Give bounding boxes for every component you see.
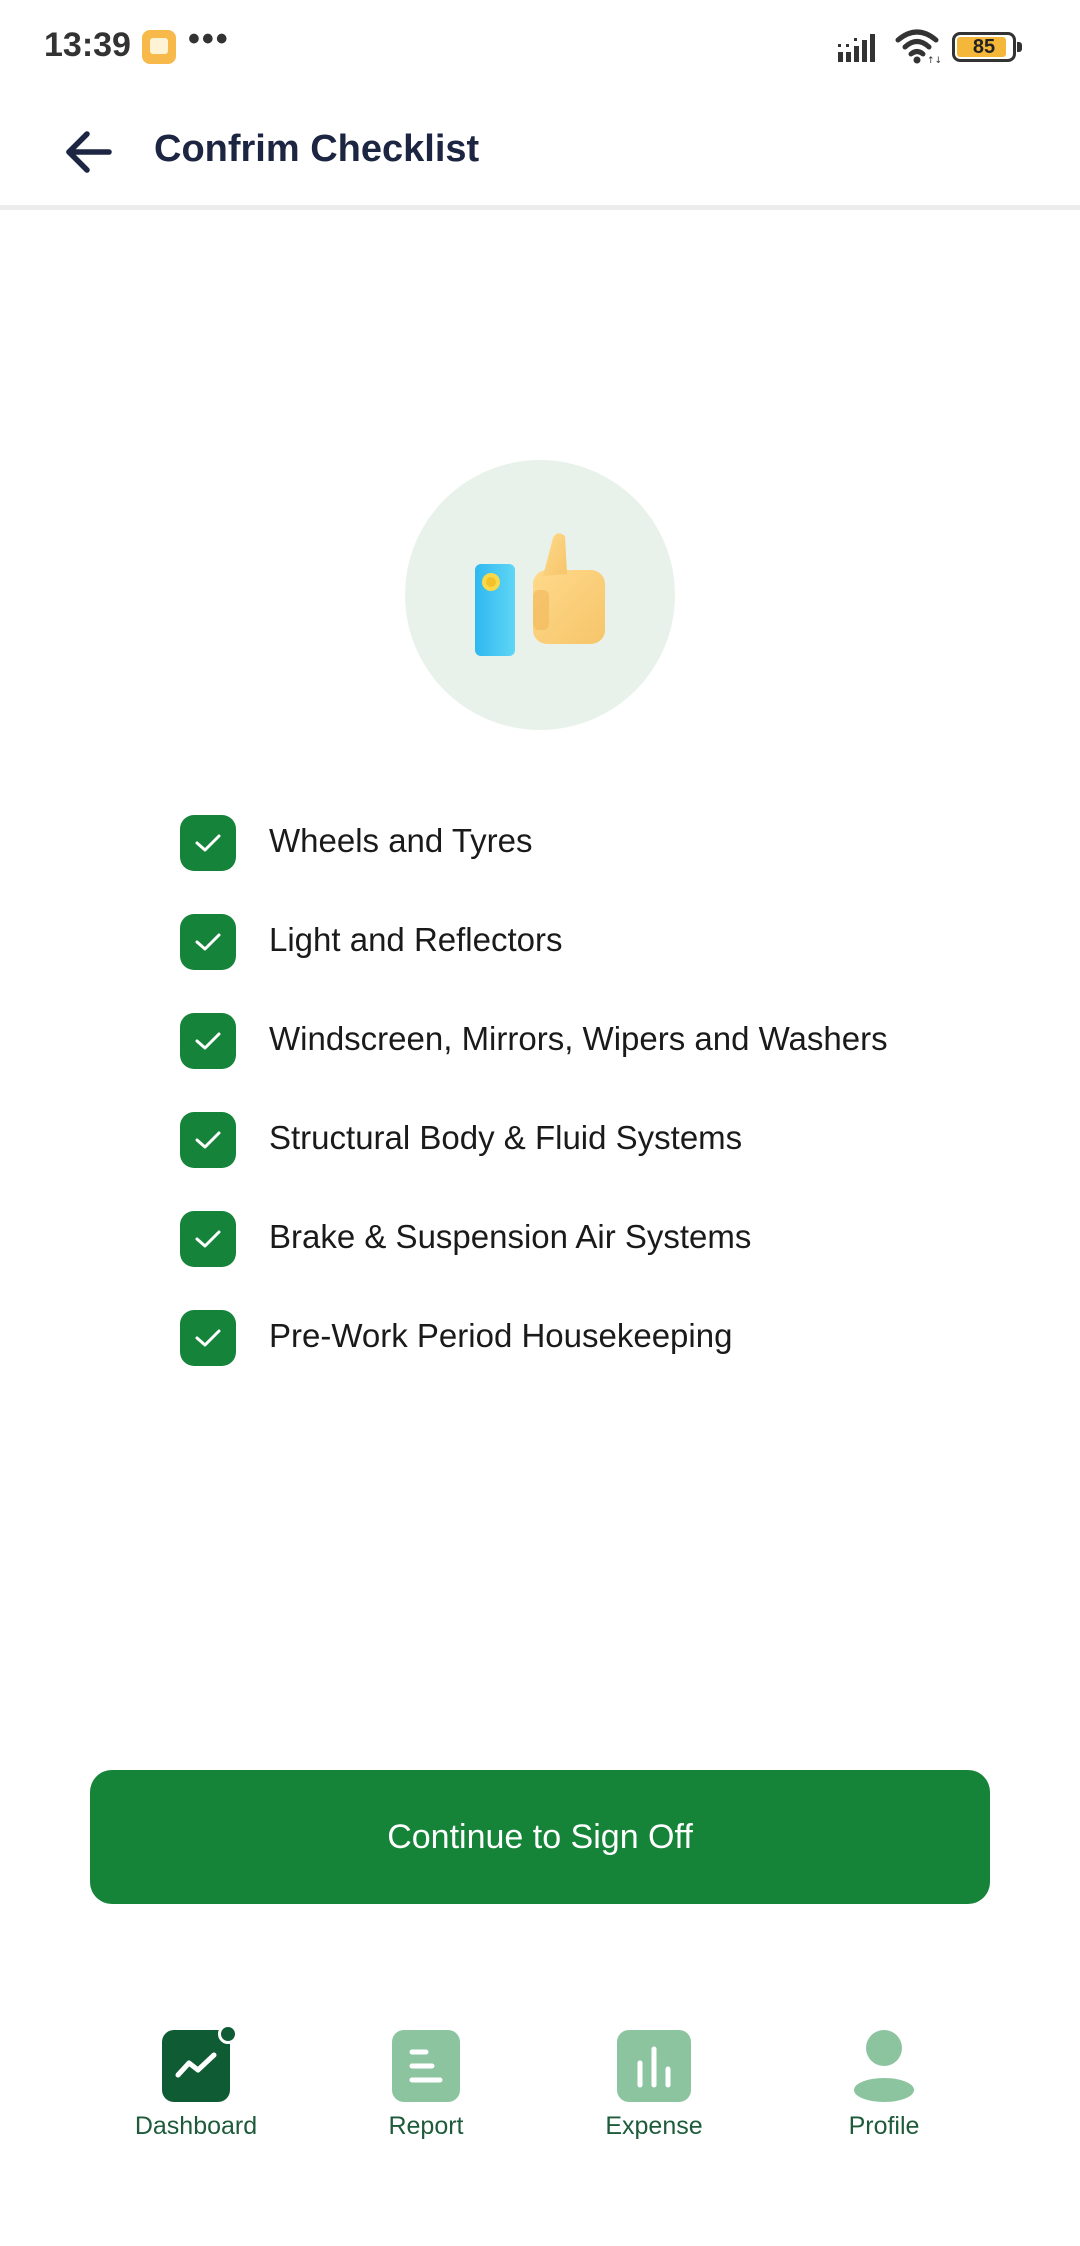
wifi-icon: ↑↓ [895, 29, 940, 64]
expense-bars-icon [617, 2030, 691, 2102]
nav-label: Profile [848, 2112, 920, 2140]
profile-person-icon [850, 2030, 918, 2102]
hero-illustration [405, 460, 675, 730]
thumbs-up-icon [475, 533, 605, 656]
nav-item-expense[interactable]: Expense [554, 2030, 754, 2160]
nav-label: Report [388, 2112, 464, 2140]
checkmark-icon [195, 834, 221, 852]
checkmark-icon [195, 1131, 221, 1149]
checkbox-checked[interactable] [180, 1310, 236, 1366]
svg-text:↑↓: ↑↓ [927, 56, 940, 64]
checklist-item-label: Brake & Suspension Air Systems [269, 1218, 752, 1255]
checklist-item[interactable]: Windscreen, Mirrors, Wipers and Washers [180, 1013, 1000, 1112]
bottom-navigation: Dashboard Report Expense Profile [0, 2024, 1080, 2180]
app-notification-icon [142, 30, 176, 64]
checklist: Wheels and Tyres Light and Reflectors Wi… [180, 815, 1000, 1409]
signal-icon [838, 34, 875, 62]
battery-icon: 85 [952, 32, 1022, 62]
arrow-left-icon [66, 131, 112, 173]
checklist-item[interactable]: Brake & Suspension Air Systems [180, 1211, 1000, 1310]
checkmark-icon [195, 1329, 221, 1347]
status-bar: 13:39 ••• ↑↓ 85 [0, 0, 1080, 96]
checkbox-checked[interactable] [180, 914, 236, 970]
nav-label: Dashboard [134, 2112, 258, 2140]
checkbox-checked[interactable] [180, 1211, 236, 1267]
checkmark-icon [195, 1032, 221, 1050]
checklist-item-label: Structural Body & Fluid Systems [269, 1119, 743, 1156]
checklist-item[interactable]: Light and Reflectors [180, 914, 1000, 1013]
nav-item-dashboard[interactable]: Dashboard [96, 2024, 296, 2160]
checkmark-icon [195, 1230, 221, 1248]
checkbox-checked[interactable] [180, 1112, 236, 1168]
checklist-item[interactable]: Pre-Work Period Housekeeping [180, 1310, 1000, 1409]
checkbox-checked[interactable] [180, 1013, 236, 1069]
nav-item-report[interactable]: Report [326, 2030, 526, 2160]
continue-to-sign-off-button[interactable]: Continue to Sign Off [90, 1770, 990, 1904]
checklist-item-label: Light and Reflectors [269, 921, 563, 958]
checklist-item-label: Wheels and Tyres [269, 822, 533, 859]
battery-level: 85 [972, 36, 996, 58]
checklist-item-label: Pre-Work Period Housekeeping [269, 1317, 733, 1354]
page-title: Confrim Checklist [154, 128, 480, 170]
notification-dot [218, 2024, 238, 2044]
status-time: 13:39 [44, 26, 131, 64]
checklist-item-label: Windscreen, Mirrors, Wipers and Washers [269, 1020, 888, 1057]
nav-label: Expense [605, 2112, 703, 2140]
checkmark-icon [195, 933, 221, 951]
dashboard-chart-icon [162, 2024, 238, 2102]
screen: 13:39 ••• ↑↓ 85 Confrim Checklist Wheels… [0, 0, 1080, 2246]
nav-item-profile[interactable]: Profile [784, 2030, 984, 2160]
checklist-item[interactable]: Wheels and Tyres [180, 815, 1000, 914]
more-notifications-indicator: ••• [188, 20, 230, 58]
checkbox-checked[interactable] [180, 815, 236, 871]
report-icon [392, 2030, 460, 2102]
back-button[interactable] [52, 116, 124, 188]
checklist-item[interactable]: Structural Body & Fluid Systems [180, 1112, 1000, 1211]
app-bar: Confrim Checklist [0, 96, 1080, 210]
